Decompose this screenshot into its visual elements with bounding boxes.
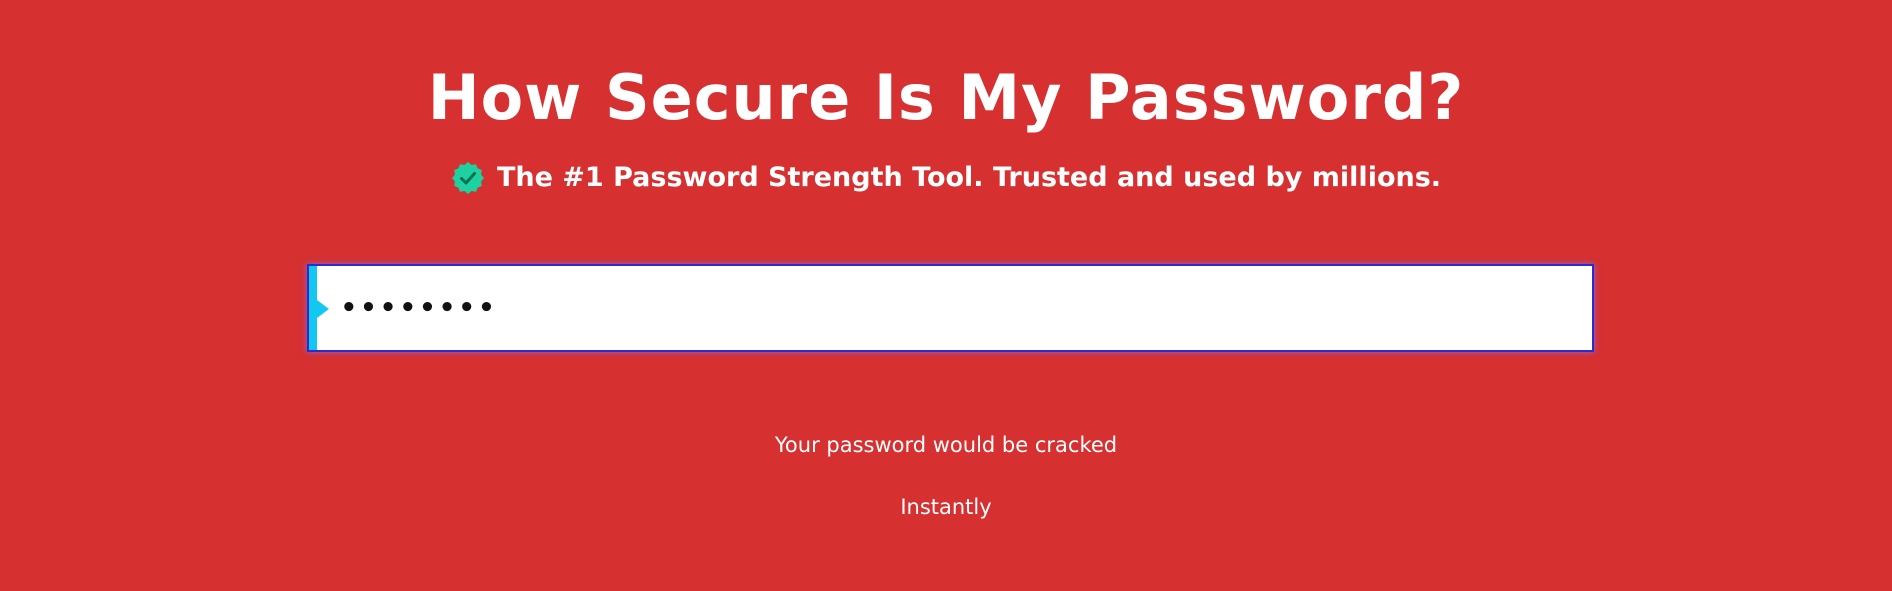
- page-title: How Secure Is My Password?: [427, 61, 1465, 134]
- verified-check-icon: [451, 161, 485, 195]
- tagline-text: The #1 Password Strength Tool. Trusted a…: [496, 162, 1442, 193]
- password-field-container[interactable]: [307, 264, 1594, 352]
- tagline: The #1 Password Strength Tool. Trusted a…: [0, 158, 1892, 198]
- input-focus-marker: [309, 266, 317, 350]
- input-marker-arrow-icon: [317, 300, 329, 318]
- crack-time-label: Your password would be cracked: [774, 433, 1118, 457]
- password-input[interactable]: [341, 266, 1571, 350]
- crack-time-value: Instantly: [900, 495, 992, 519]
